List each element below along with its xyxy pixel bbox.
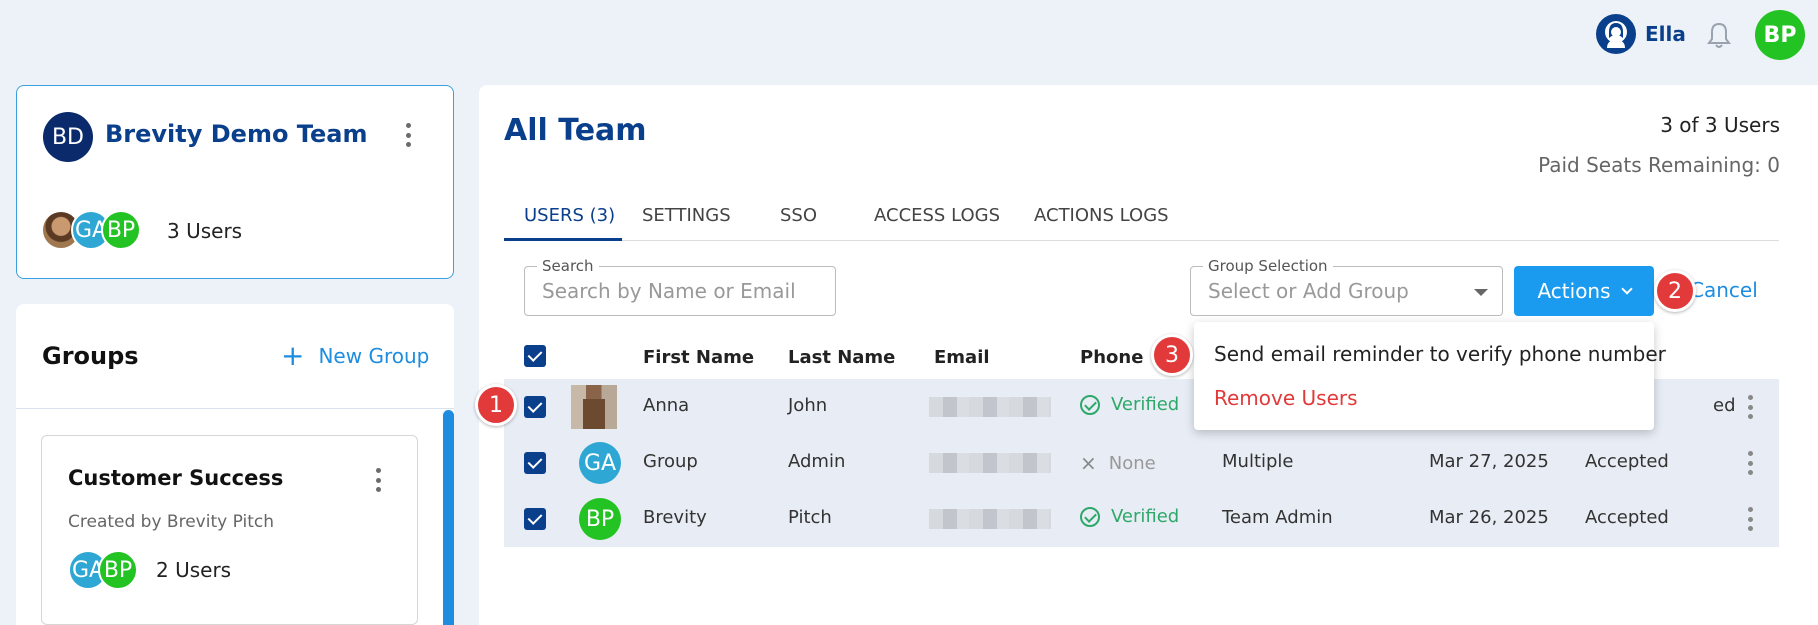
group-card[interactable]: Customer Success Created by Brevity Pitc… <box>41 435 418 625</box>
table-row[interactable]: GA Group Admin × None Multiple Mar 27, 2… <box>504 435 1779 491</box>
role-cell: Multiple <box>1222 451 1294 472</box>
row-checkbox[interactable] <box>524 396 546 418</box>
check-circle-icon <box>1080 394 1100 415</box>
new-group-button[interactable]: + New Group <box>281 342 429 370</box>
search-field[interactable]: Search <box>524 257 836 316</box>
tab-settings[interactable]: SETTINGS <box>642 199 731 241</box>
last-name-cell: John <box>788 395 828 416</box>
invite-status-cell: Accepted <box>1585 451 1669 472</box>
step-badge-3: 3 <box>1151 334 1193 376</box>
actions-button[interactable]: Actions <box>1514 266 1654 316</box>
tab-bar: USERS (3) SETTINGS SSO ACCESS LOGS ACTIO… <box>504 199 1779 241</box>
team-name: Brevity Demo Team <box>105 120 368 148</box>
team-avatar: BD <box>43 112 93 162</box>
select-all-checkbox[interactable] <box>524 345 546 367</box>
email-redacted <box>929 509 1051 529</box>
menu-item-remove-users[interactable]: Remove Users <box>1214 386 1358 410</box>
row-more-icon[interactable] <box>1746 451 1754 475</box>
last-name-cell: Admin <box>788 451 846 472</box>
user-avatar: BP <box>579 498 621 540</box>
phone-status-text: None <box>1108 452 1156 474</box>
row-more-icon[interactable] <box>1746 395 1754 419</box>
group-selection-label: Group Selection <box>1203 257 1333 275</box>
bell-icon[interactable] <box>1704 20 1734 50</box>
header-last-name[interactable]: Last Name <box>788 347 895 368</box>
group-more-icon[interactable] <box>374 468 382 492</box>
divider <box>16 408 454 409</box>
page-title: All Team <box>504 113 647 148</box>
row-checkbox[interactable] <box>524 508 546 530</box>
header-email[interactable]: Email <box>934 347 990 368</box>
menu-item-send-reminder[interactable]: Send email reminder to verify phone numb… <box>1214 342 1666 366</box>
row-checkbox[interactable] <box>524 452 546 474</box>
email-redacted <box>929 453 1051 473</box>
email-redacted <box>929 397 1051 417</box>
seats-remaining: Paid Seats Remaining: 0 <box>1538 153 1780 177</box>
caret-down-icon[interactable] <box>1474 289 1488 296</box>
member-avatar: BP <box>101 210 141 250</box>
role-cell: Team Admin <box>1222 507 1333 528</box>
check-circle-icon <box>1080 506 1100 527</box>
last-name-cell: Pitch <box>788 507 832 528</box>
actions-label: Actions <box>1537 279 1611 303</box>
step-badge-2: 2 <box>1654 270 1696 312</box>
phone-status: × None <box>1080 451 1156 475</box>
team-card[interactable]: BD Brevity Demo Team GA BP 3 Users <box>16 85 454 279</box>
team-users-count: 3 Users <box>167 219 243 243</box>
tab-access-logs[interactable]: ACCESS LOGS <box>874 199 1000 241</box>
group-member-avatars: GA BP <box>68 550 138 590</box>
team-more-icon[interactable] <box>404 123 412 147</box>
invite-status-cell: Accepted <box>1585 507 1669 528</box>
phone-status-text: Verified <box>1111 394 1180 415</box>
group-selection-input[interactable] <box>1208 279 1488 303</box>
groups-title: Groups <box>42 342 139 370</box>
x-icon: × <box>1080 451 1097 475</box>
team-member-avatars: GA BP <box>41 210 141 250</box>
table-row[interactable]: BP Brevity Pitch Verified Team Admin Mar… <box>504 491 1779 547</box>
first-name-cell: Anna <box>643 395 690 416</box>
phone-status: Verified <box>1080 506 1179 527</box>
phone-status: Verified <box>1080 394 1179 415</box>
user-count: 3 of 3 Users <box>1660 113 1780 137</box>
member-avatar: BP <box>98 550 138 590</box>
date-cell: Mar 27, 2025 <box>1429 451 1549 472</box>
first-name-cell: Group <box>643 451 698 472</box>
user-name: Ella <box>1645 22 1686 46</box>
chevron-down-icon <box>1620 283 1633 295</box>
date-cell: Mar 26, 2025 <box>1429 507 1549 528</box>
tab-sso[interactable]: SSO <box>780 199 817 241</box>
header-first-name[interactable]: First Name <box>643 347 754 368</box>
profile-avatar[interactable]: BP <box>1755 10 1805 60</box>
cancel-button[interactable]: Cancel <box>1690 278 1758 302</box>
tab-actions-logs[interactable]: ACTIONS LOGS <box>1034 199 1169 241</box>
invite-status-cell: ed <box>1713 395 1736 416</box>
current-user[interactable]: Ella <box>1596 14 1686 54</box>
user-avatar: GA <box>579 442 621 484</box>
tab-users[interactable]: USERS (3) <box>504 199 622 241</box>
new-group-label: New Group <box>318 344 430 368</box>
header-phone[interactable]: Phone <box>1080 347 1143 368</box>
plus-icon: + <box>281 339 305 372</box>
groups-panel: Groups + New Group Customer Success Crea… <box>16 304 454 625</box>
step-badge-1: 1 <box>475 384 517 426</box>
user-photo-avatar <box>571 385 617 429</box>
search-input[interactable] <box>542 279 821 303</box>
group-name: Customer Success <box>68 466 284 490</box>
group-users-count: 2 Users <box>156 558 232 582</box>
group-creator: Created by Brevity Pitch <box>68 512 274 532</box>
group-selection-field[interactable]: Group Selection <box>1190 257 1503 316</box>
row-more-icon[interactable] <box>1746 507 1754 531</box>
ella-avatar-icon <box>1596 14 1636 54</box>
first-name-cell: Brevity <box>643 507 707 528</box>
phone-status-text: Verified <box>1111 506 1180 527</box>
search-label: Search <box>537 257 599 275</box>
groups-scrollbar[interactable] <box>443 410 454 625</box>
actions-menu: Send email reminder to verify phone numb… <box>1194 322 1666 430</box>
